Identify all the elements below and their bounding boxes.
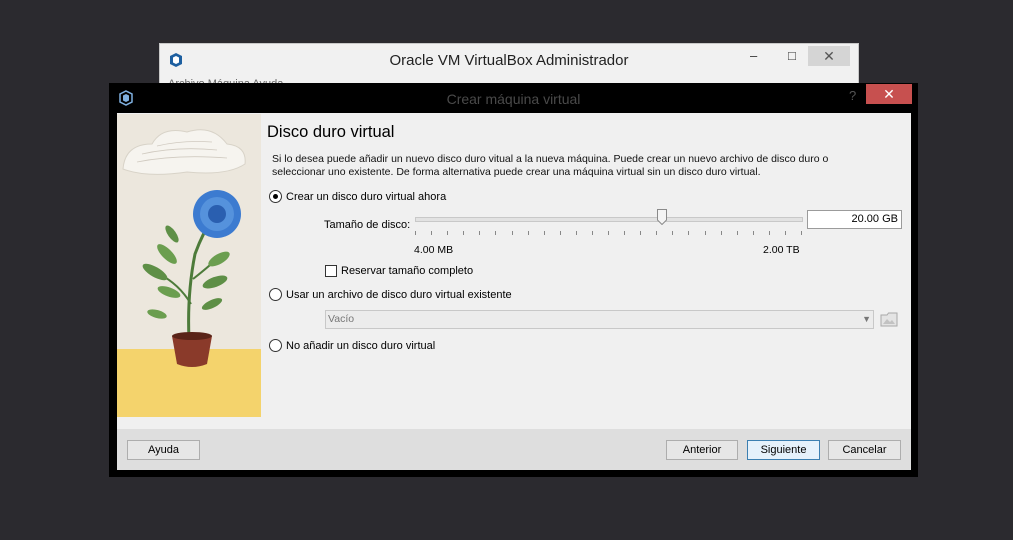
- radio-no-disk-label[interactable]: No añadir un disco duro virtual: [286, 340, 435, 352]
- create-vm-dialog: Crear máquina virtual ? ✕ Disco duro vir…: [109, 83, 918, 477]
- slider-tick: [720, 231, 722, 235]
- slider-tick: [656, 231, 658, 235]
- existing-disk-combo-value: Vacío: [328, 313, 355, 325]
- slider-tick: [672, 231, 674, 235]
- slider-max-label: 2.00 TB: [763, 244, 800, 256]
- slider-tick: [559, 231, 561, 235]
- slider-tick: [543, 231, 545, 235]
- slider-tick: [736, 231, 738, 235]
- folder-browse-icon[interactable]: [880, 310, 898, 328]
- reserve-full-size-label[interactable]: Reservar tamaño completo: [341, 265, 473, 277]
- slider-tick: [575, 231, 577, 235]
- reserve-full-size-checkbox[interactable]: [325, 265, 337, 277]
- slider-tick: [640, 231, 642, 235]
- page-description: Si lo desea puede añadir un nuevo disco …: [272, 153, 829, 178]
- slider-tick: [784, 231, 786, 235]
- slider-tick: [479, 231, 481, 235]
- dialog-client-area: Disco duro virtual Si lo desea puede aña…: [117, 113, 911, 470]
- slider-tick: [415, 231, 416, 235]
- radio-use-existing[interactable]: [269, 288, 282, 301]
- radio-no-disk[interactable]: [269, 339, 282, 352]
- disk-size-slider-track[interactable]: [415, 217, 803, 222]
- radio-create-now[interactable]: [269, 190, 282, 203]
- minimize-button[interactable]: –: [750, 48, 757, 63]
- dialog-close-button[interactable]: ✕: [866, 84, 912, 104]
- slider-ticks: [415, 231, 802, 236]
- slider-tick: [495, 231, 497, 235]
- cancel-button[interactable]: Cancelar: [828, 440, 901, 460]
- disk-size-label: Tamaño de disco:: [324, 219, 411, 231]
- slider-tick: [511, 231, 513, 235]
- radio-use-existing-label[interactable]: Usar un archivo de disco duro virtual ex…: [286, 289, 512, 301]
- slider-tick: [768, 231, 770, 235]
- dialog-titlebar[interactable]: Crear máquina virtual ? ✕: [109, 83, 918, 113]
- slider-tick: [801, 231, 802, 235]
- slider-tick: [704, 231, 706, 235]
- slider-tick: [608, 231, 609, 235]
- chevron-down-icon: ▼: [862, 314, 871, 324]
- slider-tick: [688, 231, 690, 235]
- page-title: Disco duro virtual: [267, 123, 395, 141]
- dialog-footer: Ayuda Anterior Siguiente Cancelar: [117, 429, 911, 470]
- dialog-title: Crear máquina virtual: [446, 91, 581, 107]
- slider-tick: [431, 231, 433, 235]
- slider-tick: [624, 231, 626, 235]
- disk-size-input[interactable]: 20.00 GB: [807, 210, 902, 229]
- background-close-button[interactable]: ✕: [808, 46, 850, 66]
- radio-create-now-label[interactable]: Crear un disco duro virtual ahora: [286, 191, 446, 203]
- maximize-button[interactable]: □: [788, 48, 796, 63]
- slider-tick: [527, 231, 529, 235]
- disk-size-slider-handle[interactable]: [657, 209, 668, 225]
- slider-tick: [447, 231, 449, 235]
- existing-disk-combo[interactable]: Vacío ▼: [325, 310, 874, 329]
- wizard-page: Disco duro virtual Si lo desea puede aña…: [266, 113, 911, 428]
- slider-tick: [752, 231, 754, 235]
- slider-min-label: 4.00 MB: [414, 244, 454, 256]
- slider-tick: [463, 231, 465, 235]
- slider-tick: [591, 231, 593, 235]
- help-button[interactable]: Ayuda: [127, 440, 200, 460]
- next-button[interactable]: Siguiente: [747, 440, 820, 460]
- back-button[interactable]: Anterior: [666, 440, 738, 460]
- wizard-illustration: [117, 114, 261, 417]
- help-icon[interactable]: ?: [849, 88, 856, 103]
